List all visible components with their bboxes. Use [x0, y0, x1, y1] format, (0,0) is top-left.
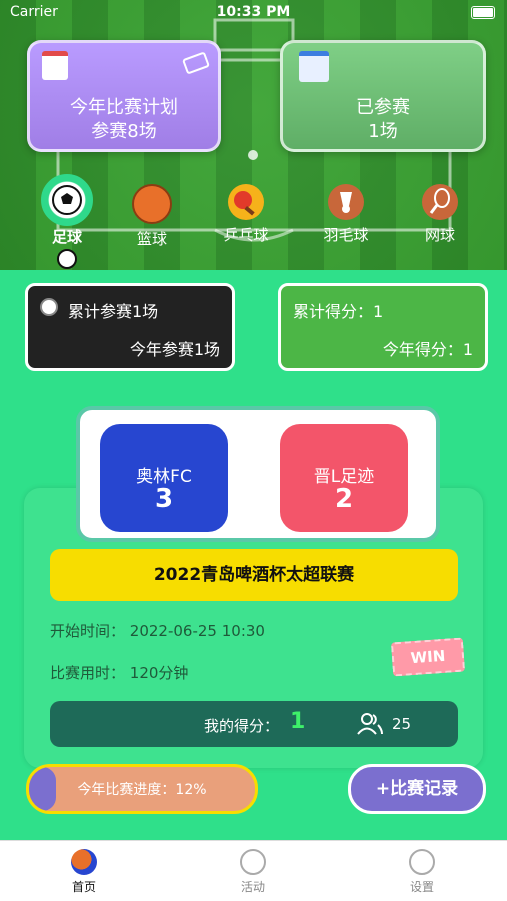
clock: 10:33 PM — [216, 4, 291, 20]
sport-tab-tennis[interactable]: 网球 — [410, 184, 470, 245]
sport-tab-badminton[interactable]: 羽毛球 — [316, 184, 376, 245]
status-bar: Carrier 10:33 PM — [0, 0, 507, 26]
add-record-button[interactable]: +比赛记录 — [348, 764, 486, 814]
tab-home-label: 首页 — [71, 880, 96, 894]
plan-count: 参赛8场 — [91, 121, 157, 142]
progress-label: 今年比赛进度：12% — [77, 782, 207, 798]
tab-activity[interactable]: 活动 — [213, 849, 293, 895]
team-a-score: 3 — [154, 484, 174, 514]
duration-value: 120分钟 — [129, 664, 189, 682]
soccer-ball-icon — [41, 174, 93, 226]
joined-count: 1场 — [368, 121, 398, 142]
year-progress-bar: 今年比赛进度：12% — [26, 764, 258, 814]
tab-activity-label: 活动 — [240, 880, 265, 894]
calendar-clock-icon — [299, 51, 329, 82]
home-sports-icon — [71, 849, 97, 875]
year-score-label: 今年得分：1 — [382, 340, 473, 359]
calendar-icon — [42, 51, 68, 80]
battery-icon — [471, 6, 495, 19]
table-tennis-icon — [228, 184, 264, 220]
sport-label-basketball: 篮球 — [136, 230, 167, 248]
total-score-box: 累计得分：1 今年得分：1 — [278, 283, 488, 371]
sport-tab-basketball[interactable]: 篮球 — [122, 184, 182, 249]
tab-home[interactable]: 首页 — [44, 849, 124, 895]
flag-icon — [240, 849, 266, 875]
team-b-card: 晋L足迹 2 — [280, 424, 408, 532]
soccer-ball-icon — [40, 298, 58, 316]
total-score-label: 累计得分：1 — [293, 302, 384, 321]
sport-label-badminton: 羽毛球 — [323, 226, 369, 244]
joined-matches-card[interactable]: 已参赛 1场 — [280, 40, 486, 152]
badminton-icon — [328, 184, 364, 220]
duration-row: 比赛用时： 120分钟 — [50, 662, 188, 683]
sport-label-table-tennis: 乒乓球 — [223, 226, 269, 244]
my-score-label: 我的得分： — [204, 717, 280, 735]
plan-title: 今年比赛计划 — [70, 97, 178, 118]
edit-icon[interactable] — [181, 51, 211, 75]
start-time-row: 开始时间： 2022-06-25 10:30 — [50, 620, 265, 641]
gear-icon — [409, 849, 435, 875]
tab-settings[interactable]: 设置 — [382, 849, 462, 895]
total-matches-box: 累计参赛1场 今年参赛1场 — [25, 283, 235, 371]
tennis-icon — [422, 184, 458, 220]
duration-label: 比赛用时： — [50, 664, 126, 682]
sport-label-tennis: 网球 — [424, 226, 455, 244]
team-b-score: 2 — [334, 484, 354, 514]
selected-soccer-indicator-icon — [57, 249, 77, 269]
joined-title: 已参赛 — [356, 97, 410, 118]
year-matches-label: 今年参赛1场 — [129, 340, 220, 359]
bottom-tab-bar: 首页 活动 设置 — [0, 840, 507, 901]
basketball-icon — [132, 184, 172, 224]
my-score-bar: 我的得分： 1 25 — [50, 701, 458, 747]
sport-tab-soccer[interactable]: 足球 — [37, 174, 97, 271]
total-matches-label: 累计参赛1场 — [68, 302, 159, 321]
participants-count: 25 — [392, 715, 412, 733]
score-panel: 奥林FC 3 晋L足迹 2 — [76, 406, 440, 542]
start-time-label: 开始时间： — [50, 622, 126, 640]
tab-settings-label: 设置 — [409, 880, 434, 894]
team-a-card: 奥林FC 3 — [100, 424, 228, 532]
sport-label-soccer: 足球 — [51, 228, 82, 246]
sport-tab-table-tennis[interactable]: 乒乓球 — [216, 184, 276, 245]
my-score-value: 1 — [290, 709, 306, 734]
participants-icon — [357, 713, 383, 735]
start-time-value: 2022-06-25 10:30 — [129, 622, 265, 640]
yearly-plan-card[interactable]: 今年比赛计划 参赛8场 — [27, 40, 221, 152]
league-title: 2022青岛啤酒杯太超联赛 — [50, 549, 458, 601]
win-badge: WIN — [390, 637, 466, 677]
